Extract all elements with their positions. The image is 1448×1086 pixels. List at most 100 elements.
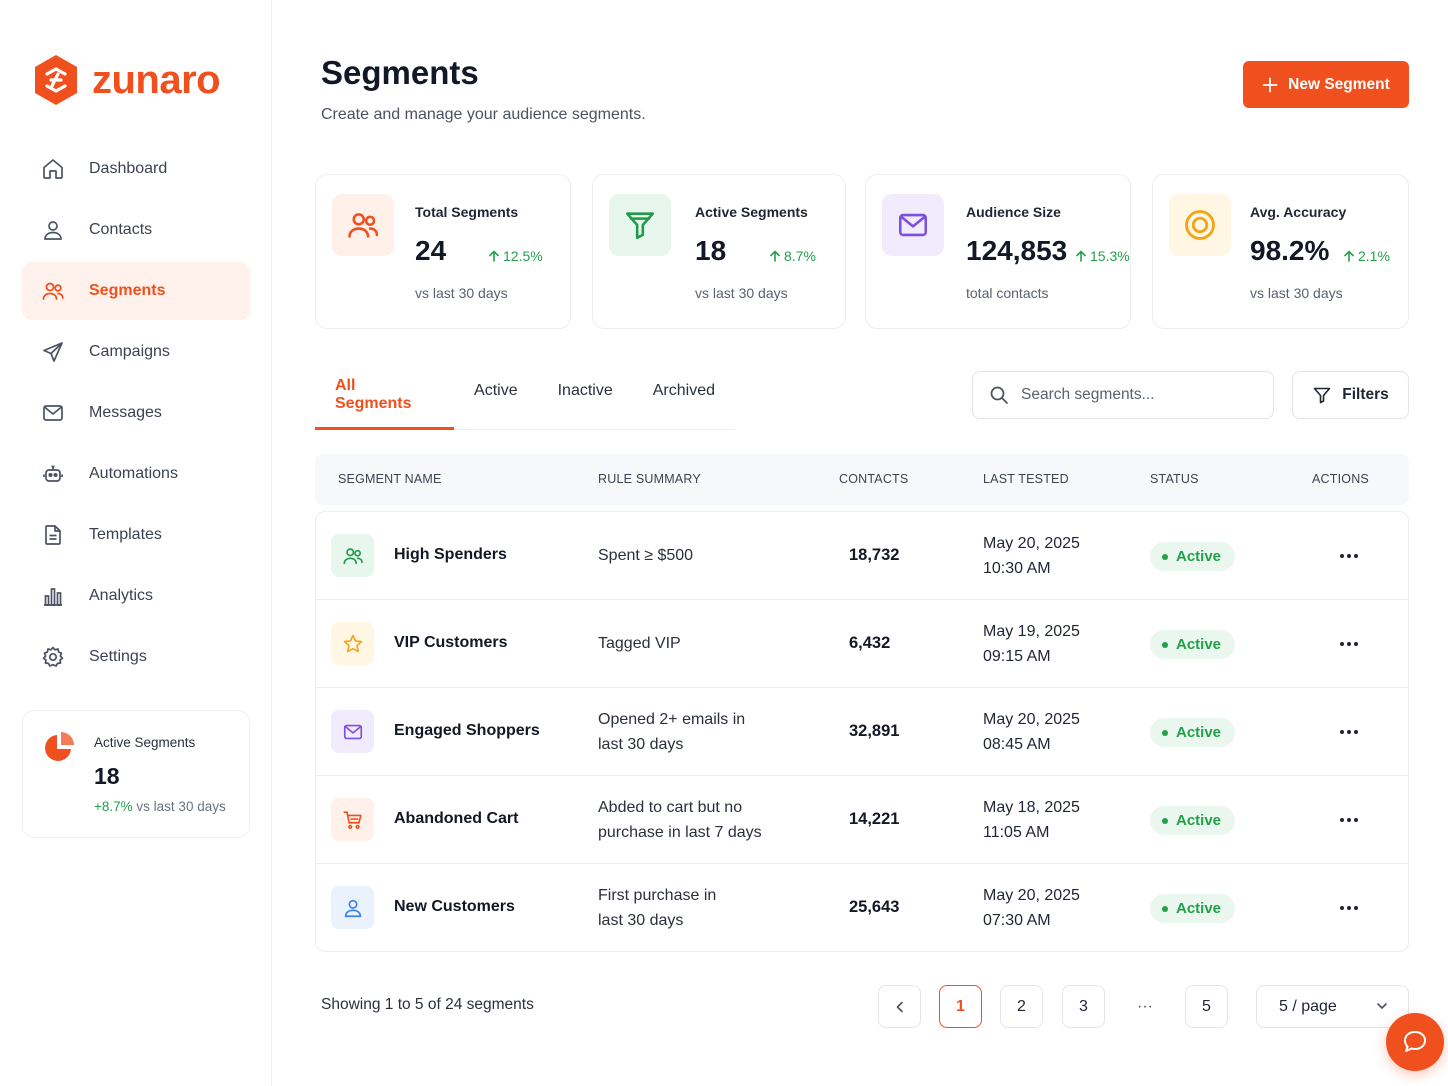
chat-button[interactable] (1386, 1013, 1444, 1071)
stat-foot: vs last 30 days (695, 285, 788, 301)
table-row[interactable]: Abandoned Cart Abded to cart but no purch… (316, 776, 1408, 864)
sidebar-item-contacts[interactable]: Contacts (22, 201, 250, 259)
last-tested-time: 11:05 AM (983, 824, 1050, 841)
last-tested-date: May 20, 2025 (983, 535, 1080, 552)
table-row[interactable]: New Customers First purchase in last 30 d… (316, 864, 1408, 951)
segment-name[interactable]: Engaged Shoppers (394, 722, 540, 740)
chat-bubble-icon (1401, 1028, 1429, 1056)
segment-name[interactable]: New Customers (394, 898, 515, 916)
last-tested: May 20, 2025 08:45 AM (983, 707, 1080, 757)
search-box[interactable] (972, 371, 1274, 419)
more-horizontal-icon (1339, 729, 1359, 735)
stat-delta: 2.1% (1343, 248, 1390, 264)
side-card-foot: +8.7% vs last 30 days (94, 799, 226, 814)
rule-line: Tagged VIP (598, 635, 681, 652)
arrow-up-icon (1343, 250, 1355, 262)
new-segment-label: New Segment (1288, 75, 1390, 93)
filter-icon (1312, 385, 1332, 405)
last-tested: May 20, 2025 10:30 AM (983, 531, 1080, 581)
segment-name[interactable]: Abandoned Cart (394, 810, 518, 828)
segment-name[interactable]: High Spenders (394, 546, 507, 564)
contacts-count: 32,891 (849, 722, 900, 740)
table-row[interactable]: VIP Customers Tagged VIP 6,432 May 19, 2… (316, 600, 1408, 688)
sidebar-item-analytics[interactable]: Analytics (22, 567, 250, 625)
mail-icon (331, 710, 374, 753)
side-card-foot-text: vs last 30 days (136, 799, 226, 814)
per-page-select[interactable]: 5 / page (1256, 985, 1409, 1028)
more-actions-button[interactable] (1334, 806, 1364, 834)
rule-line: last 30 days (598, 912, 684, 929)
more-actions-button[interactable] (1334, 542, 1364, 570)
page-button[interactable]: 2 (1000, 985, 1043, 1028)
rule-line: last 30 days (598, 736, 684, 753)
segments-table: High Spenders Spent ≥ $500 18,732 May 20… (315, 511, 1409, 952)
column-header: RULE SUMMARY (598, 472, 701, 486)
more-horizontal-icon (1339, 641, 1359, 647)
status-badge: Active (1150, 630, 1236, 659)
page-button[interactable]: 5 (1185, 985, 1228, 1028)
stat-delta: 8.7% (769, 248, 816, 264)
table-row[interactable]: Engaged Shoppers Opened 2+ emails in last… (316, 688, 1408, 776)
brand-name: zunaro (92, 58, 221, 102)
stat-value: 24 (415, 235, 447, 266)
users-icon (41, 279, 65, 303)
rule-summary: Spent ≥ $500 (598, 543, 798, 568)
page-button[interactable]: 3 (1062, 985, 1105, 1028)
page-button[interactable]: 1 (939, 985, 982, 1028)
side-card-label: Active Segments (94, 735, 196, 750)
sidebar-item-settings[interactable]: Settings (22, 628, 250, 686)
status-label: Active (1176, 724, 1222, 741)
tab-all-segments[interactable]: All Segments (315, 372, 455, 430)
prev-page-button[interactable] (878, 985, 921, 1028)
last-tested-time: 08:45 AM (983, 736, 1051, 753)
sidebar-item-dashboard[interactable]: Dashboard (22, 140, 250, 198)
mail-icon (882, 194, 944, 256)
brand-logo[interactable]: zunaro (32, 54, 221, 106)
table-row[interactable]: High Spenders Spent ≥ $500 18,732 May 20… (316, 512, 1408, 600)
stat-card-audience-size: Audience Size 124,853 15.3% total contac… (865, 174, 1131, 329)
more-actions-button[interactable] (1334, 630, 1364, 658)
funnel-icon (609, 194, 671, 256)
new-segment-button[interactable]: New Segment (1243, 61, 1409, 108)
sidebar-item-campaigns[interactable]: Campaigns (22, 323, 250, 381)
tab-active[interactable]: Active (454, 362, 538, 420)
sidebar-item-templates[interactable]: Templates (22, 506, 250, 564)
sidebar-item-segments[interactable]: Segments (22, 262, 250, 320)
status-badge: Active (1150, 542, 1236, 571)
stat-value: 98.2% (1250, 235, 1330, 266)
stat-card-avg-accuracy: Avg. Accuracy 98.2% 2.1% vs last 30 days (1152, 174, 1409, 329)
column-header: STATUS (1150, 472, 1199, 486)
tab-label: Inactive (557, 382, 613, 399)
sidebar-item-label: Dashboard (89, 160, 168, 177)
rule-line: Abded to cart but no (598, 799, 743, 816)
sidebar: zunaro Dashboard Contacts Segments Campa… (0, 0, 272, 1086)
tab-archived[interactable]: Archived (633, 362, 735, 420)
sidebar-item-automations[interactable]: Automations (22, 445, 250, 503)
more-horizontal-icon (1339, 905, 1359, 911)
stat-delta: 12.5% (488, 248, 543, 264)
sidebar-item-label: Analytics (89, 587, 154, 604)
last-tested: May 20, 2025 07:30 AM (983, 883, 1080, 933)
stat-label: Avg. Accuracy (1250, 204, 1347, 220)
robot-icon (41, 462, 65, 486)
search-input[interactable] (1021, 386, 1251, 404)
rule-line: purchase in last 7 days (598, 824, 762, 841)
home-icon (41, 157, 65, 181)
sidebar-item-label: Templates (89, 526, 162, 543)
filters-label: Filters (1342, 386, 1389, 403)
gear-icon (41, 645, 65, 669)
more-actions-button[interactable] (1334, 894, 1364, 922)
more-actions-button[interactable] (1334, 718, 1364, 746)
document-icon (41, 523, 65, 547)
sidebar-item-messages[interactable]: Messages (22, 384, 250, 442)
side-card-delta: +8.7% (94, 799, 133, 814)
user-icon (41, 218, 65, 242)
last-tested: May 18, 2025 11:05 AM (983, 795, 1080, 845)
segment-name[interactable]: VIP Customers (394, 634, 508, 652)
filters-button[interactable]: Filters (1292, 371, 1409, 419)
tab-inactive[interactable]: Inactive (538, 362, 633, 420)
last-tested-time: 09:15 AM (983, 648, 1051, 665)
sidebar-item-label: Messages (89, 404, 162, 421)
contacts-count: 25,643 (849, 898, 900, 916)
last-tested-date: May 20, 2025 (983, 711, 1080, 728)
